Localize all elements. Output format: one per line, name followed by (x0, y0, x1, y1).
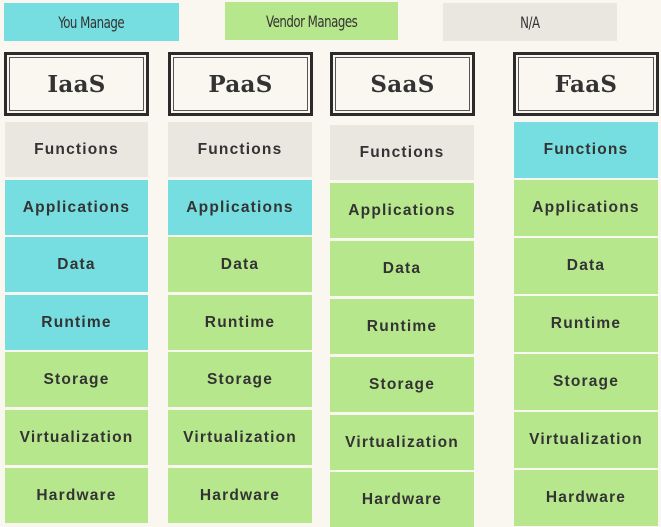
cell-paas-hardware: Hardware (168, 468, 312, 523)
cell-iaas-functions: Functions (5, 122, 148, 177)
cell-paas-data: Data (168, 237, 312, 292)
column-header-saas: SaaS (330, 52, 475, 116)
cell-saas-hardware: Hardware (330, 472, 474, 527)
column-header-paas-label: PaaS (173, 57, 308, 111)
column-header-iaas: IaaS (4, 52, 149, 116)
cell-faas-storage: Storage (514, 354, 658, 410)
cell-faas-runtime: Runtime (514, 296, 658, 352)
column-header-faas-label: FaaS (518, 57, 654, 111)
cell-iaas-applications: Applications (5, 180, 148, 235)
legend-na: N/A (443, 3, 617, 41)
cell-saas-runtime: Runtime (330, 299, 474, 354)
legend-na-label: N/A (520, 12, 540, 32)
legend-you-manage: You Manage (4, 3, 179, 41)
cell-paas-functions: Functions (168, 122, 312, 177)
cell-iaas-data: Data (5, 237, 148, 292)
cell-saas-functions: Functions (330, 125, 474, 180)
cell-paas-applications: Applications (168, 180, 312, 235)
cell-faas-hardware: Hardware (514, 470, 658, 526)
cell-iaas-virtualization: Virtualization (5, 410, 148, 465)
legend-you-manage-label: You Manage (58, 12, 125, 32)
cell-iaas-runtime: Runtime (5, 295, 148, 350)
cell-faas-data: Data (514, 238, 658, 294)
cell-saas-storage: Storage (330, 357, 474, 412)
legend-vendor-manages-label: Vendor Manages (265, 11, 358, 31)
column-header-faas: FaaS (513, 52, 659, 116)
cell-saas-data: Data (330, 241, 474, 296)
legend-vendor-manages: Vendor Manages (225, 2, 398, 40)
column-header-iaas-label: IaaS (9, 57, 144, 111)
cell-paas-virtualization: Virtualization (168, 410, 312, 465)
cell-saas-applications: Applications (330, 183, 474, 238)
cell-saas-virtualization: Virtualization (330, 415, 474, 470)
column-header-paas: PaaS (168, 52, 313, 116)
column-header-saas-label: SaaS (335, 57, 470, 111)
cell-iaas-storage: Storage (5, 352, 148, 407)
cell-paas-runtime: Runtime (168, 295, 312, 350)
cell-faas-virtualization: Virtualization (514, 412, 658, 468)
cell-paas-storage: Storage (168, 352, 312, 407)
cell-iaas-hardware: Hardware (5, 468, 148, 523)
cell-faas-functions: Functions (514, 122, 658, 178)
cell-faas-applications: Applications (514, 180, 658, 236)
